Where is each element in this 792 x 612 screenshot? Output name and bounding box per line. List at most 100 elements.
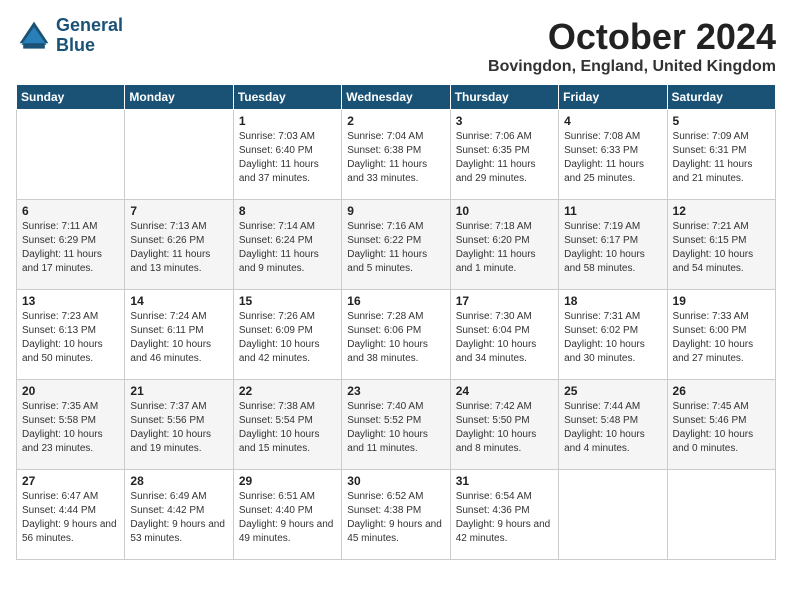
calendar-cell: 25 Sunrise: 7:44 AM Sunset: 5:48 PM Dayli… <box>559 380 667 470</box>
day-number: 4 <box>564 114 661 128</box>
day-number: 21 <box>130 384 227 398</box>
calendar-cell: 7 Sunrise: 7:13 AM Sunset: 6:26 PM Daylig… <box>125 200 233 290</box>
cell-info: Sunrise: 7:40 AM Sunset: 5:52 PM Dayligh… <box>347 400 444 456</box>
day-number: 18 <box>564 294 661 308</box>
calendar-cell: 23 Sunrise: 7:40 AM Sunset: 5:52 PM Dayli… <box>342 380 450 470</box>
cell-info: Sunrise: 6:47 AM Sunset: 4:44 PM Dayligh… <box>22 490 119 546</box>
day-number: 24 <box>456 384 553 398</box>
day-number: 3 <box>456 114 553 128</box>
cell-info: Sunrise: 7:42 AM Sunset: 5:50 PM Dayligh… <box>456 400 553 456</box>
calendar-table: SundayMondayTuesdayWednesdayThursdayFrid… <box>16 84 776 560</box>
calendar-cell: 4 Sunrise: 7:08 AM Sunset: 6:33 PM Daylig… <box>559 110 667 200</box>
cell-info: Sunrise: 7:19 AM Sunset: 6:17 PM Dayligh… <box>564 220 661 276</box>
calendar-cell: 3 Sunrise: 7:06 AM Sunset: 6:35 PM Daylig… <box>450 110 558 200</box>
cell-info: Sunrise: 7:26 AM Sunset: 6:09 PM Dayligh… <box>239 310 336 366</box>
day-number: 7 <box>130 204 227 218</box>
cell-info: Sunrise: 7:44 AM Sunset: 5:48 PM Dayligh… <box>564 400 661 456</box>
calendar-cell: 8Sunrise: 7:14 AM Sunset: 6:24 PM Daylig… <box>233 200 341 290</box>
cell-info: Sunrise: 7:33 AM Sunset: 6:00 PM Dayligh… <box>673 310 770 366</box>
cell-info: Sunrise: 7:11 AM Sunset: 6:29 PM Dayligh… <box>22 220 119 276</box>
cell-info: Sunrise: 7:04 AM Sunset: 6:38 PM Dayligh… <box>347 130 444 186</box>
day-number: 28 <box>130 474 227 488</box>
day-number: 5 <box>673 114 770 128</box>
weekday-header-tuesday: Tuesday <box>233 85 341 110</box>
cell-info: Sunrise: 7:28 AM Sunset: 6:06 PM Dayligh… <box>347 310 444 366</box>
day-number: 23 <box>347 384 444 398</box>
cell-info: Sunrise: 7:06 AM Sunset: 6:35 PM Dayligh… <box>456 130 553 186</box>
calendar-cell: 2 Sunrise: 7:04 AM Sunset: 6:38 PM Daylig… <box>342 110 450 200</box>
day-number: 16 <box>347 294 444 308</box>
calendar-cell: 19Sunrise: 7:33 AM Sunset: 6:00 PM Dayli… <box>667 290 775 380</box>
cell-info: Sunrise: 6:51 AM Sunset: 4:40 PM Dayligh… <box>239 490 336 546</box>
calendar-cell: 20 Sunrise: 7:35 AM Sunset: 5:58 PM Dayli… <box>17 380 125 470</box>
calendar-cell: 10 Sunrise: 7:18 AM Sunset: 6:20 PM Dayli… <box>450 200 558 290</box>
cell-info: Sunrise: 7:21 AM Sunset: 6:15 PM Dayligh… <box>673 220 770 276</box>
calendar-cell: 11 Sunrise: 7:19 AM Sunset: 6:17 PM Dayli… <box>559 200 667 290</box>
day-number: 20 <box>22 384 119 398</box>
cell-info: Sunrise: 7:31 AM Sunset: 6:02 PM Dayligh… <box>564 310 661 366</box>
calendar-cell: 31Sunrise: 6:54 AM Sunset: 4:36 PM Dayli… <box>450 470 558 560</box>
cell-info: Sunrise: 6:49 AM Sunset: 4:42 PM Dayligh… <box>130 490 227 546</box>
cell-info: Sunrise: 7:30 AM Sunset: 6:04 PM Dayligh… <box>456 310 553 366</box>
calendar-cell <box>125 110 233 200</box>
day-number: 25 <box>564 384 661 398</box>
calendar-week-1: 1 Sunrise: 7:03 AM Sunset: 6:40 PM Daylig… <box>17 110 776 200</box>
calendar-cell: 15 Sunrise: 7:26 AM Sunset: 6:09 PM Dayli… <box>233 290 341 380</box>
weekday-header-saturday: Saturday <box>667 85 775 110</box>
day-number: 10 <box>456 204 553 218</box>
cell-info: Sunrise: 7:18 AM Sunset: 6:20 PM Dayligh… <box>456 220 553 276</box>
day-number: 15 <box>239 294 336 308</box>
cell-info: Sunrise: 6:52 AM Sunset: 4:38 PM Dayligh… <box>347 490 444 546</box>
cell-info: Sunrise: 7:14 AM Sunset: 6:24 PM Dayligh… <box>239 220 336 276</box>
cell-info: Sunrise: 7:37 AM Sunset: 5:56 PM Dayligh… <box>130 400 227 456</box>
month-title: October 2024 <box>488 16 776 58</box>
logo-text: General Blue <box>56 16 123 56</box>
day-number: 26 <box>673 384 770 398</box>
cell-info: Sunrise: 7:03 AM Sunset: 6:40 PM Dayligh… <box>239 130 336 186</box>
day-number: 9 <box>347 204 444 218</box>
day-number: 2 <box>347 114 444 128</box>
weekday-header-friday: Friday <box>559 85 667 110</box>
weekday-header-row: SundayMondayTuesdayWednesdayThursdayFrid… <box>17 85 776 110</box>
day-number: 30 <box>347 474 444 488</box>
calendar-cell: 13Sunrise: 7:23 AM Sunset: 6:13 PM Dayli… <box>17 290 125 380</box>
cell-info: Sunrise: 7:16 AM Sunset: 6:22 PM Dayligh… <box>347 220 444 276</box>
cell-info: Sunrise: 7:35 AM Sunset: 5:58 PM Dayligh… <box>22 400 119 456</box>
weekday-header-thursday: Thursday <box>450 85 558 110</box>
calendar-cell <box>559 470 667 560</box>
calendar-cell <box>667 470 775 560</box>
day-number: 27 <box>22 474 119 488</box>
day-number: 17 <box>456 294 553 308</box>
logo: General Blue <box>16 16 123 56</box>
weekday-header-sunday: Sunday <box>17 85 125 110</box>
calendar-week-5: 27 Sunrise: 6:47 AM Sunset: 4:44 PM Dayli… <box>17 470 776 560</box>
cell-info: Sunrise: 7:23 AM Sunset: 6:13 PM Dayligh… <box>22 310 119 366</box>
calendar-cell: 1 Sunrise: 7:03 AM Sunset: 6:40 PM Daylig… <box>233 110 341 200</box>
day-number: 31 <box>456 474 553 488</box>
calendar-week-2: 6 Sunrise: 7:11 AM Sunset: 6:29 PM Daylig… <box>17 200 776 290</box>
calendar-cell: 5 Sunrise: 7:09 AM Sunset: 6:31 PM Daylig… <box>667 110 775 200</box>
calendar-cell: 16 Sunrise: 7:28 AM Sunset: 6:06 PM Dayli… <box>342 290 450 380</box>
location-title: Bovingdon, England, United Kingdom <box>488 58 776 76</box>
day-number: 29 <box>239 474 336 488</box>
cell-info: Sunrise: 7:13 AM Sunset: 6:26 PM Dayligh… <box>130 220 227 276</box>
logo-icon <box>16 18 52 54</box>
calendar-week-4: 20 Sunrise: 7:35 AM Sunset: 5:58 PM Dayli… <box>17 380 776 470</box>
calendar-cell: 6 Sunrise: 7:11 AM Sunset: 6:29 PM Daylig… <box>17 200 125 290</box>
calendar-cell: 17 Sunrise: 7:30 AM Sunset: 6:04 PM Dayli… <box>450 290 558 380</box>
calendar-cell: 18 Sunrise: 7:31 AM Sunset: 6:02 PM Dayli… <box>559 290 667 380</box>
calendar-cell: 30 Sunrise: 6:52 AM Sunset: 4:38 PM Dayli… <box>342 470 450 560</box>
cell-info: Sunrise: 7:24 AM Sunset: 6:11 PM Dayligh… <box>130 310 227 366</box>
weekday-header-wednesday: Wednesday <box>342 85 450 110</box>
cell-info: Sunrise: 7:08 AM Sunset: 6:33 PM Dayligh… <box>564 130 661 186</box>
page-header: General Blue October 2024 Bovingdon, Eng… <box>16 16 776 76</box>
calendar-cell: 26Sunrise: 7:45 AM Sunset: 5:46 PM Dayli… <box>667 380 775 470</box>
day-number: 6 <box>22 204 119 218</box>
day-number: 12 <box>673 204 770 218</box>
title-area: October 2024 Bovingdon, England, United … <box>488 16 776 76</box>
day-number: 11 <box>564 204 661 218</box>
cell-info: Sunrise: 7:38 AM Sunset: 5:54 PM Dayligh… <box>239 400 336 456</box>
cell-info: Sunrise: 7:09 AM Sunset: 6:31 PM Dayligh… <box>673 130 770 186</box>
calendar-cell: 9 Sunrise: 7:16 AM Sunset: 6:22 PM Daylig… <box>342 200 450 290</box>
day-number: 1 <box>239 114 336 128</box>
